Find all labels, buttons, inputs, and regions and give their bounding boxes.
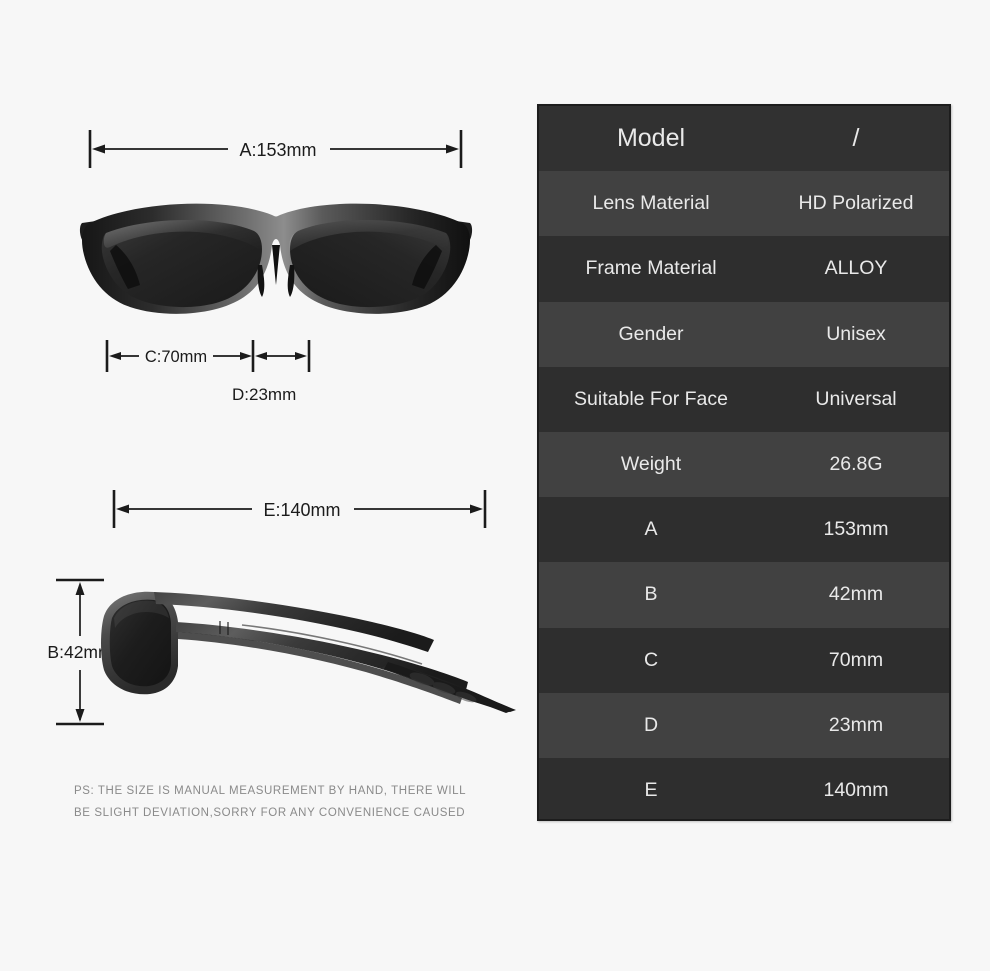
spec-row-key: Frame Material xyxy=(585,257,717,280)
product-illustration-panel: A:153mm C:70mm D:23mm E:140mm B:42mm PS:… xyxy=(0,0,520,971)
sunglasses-side-view-image xyxy=(92,578,542,713)
dimension-a-arrow: A:153mm xyxy=(88,130,463,168)
spec-row-value: Universal xyxy=(815,387,897,410)
dimension-d-label: D:23mm xyxy=(232,385,297,404)
spec-row-value: 26.8G xyxy=(829,453,883,476)
spec-row: C 70mm xyxy=(539,627,949,693)
product-specification-table: Model / Lens Material HD Polarized Frame Mat… xyxy=(537,104,951,821)
dimension-cd-callout: C:70mm xyxy=(105,338,315,378)
spec-row-value: HD Polarized xyxy=(798,192,914,215)
spec-row-key: A xyxy=(644,518,658,541)
dimension-e-callout: E:140mm xyxy=(112,488,487,534)
disclaimer-line-1: PS: THE SIZE IS MANUAL MEASUREMENT BY HA… xyxy=(74,785,467,797)
spec-row: Model / xyxy=(539,106,949,172)
spec-row: E 140mm xyxy=(539,757,949,819)
spec-row-value: 70mm xyxy=(828,648,884,671)
spec-row: B 42mm xyxy=(539,562,949,628)
sunglasses-front-view-image xyxy=(76,193,476,323)
disclaimer-line-2: BE SLIGHT DEVIATION,SORRY FOR ANY CONVEN… xyxy=(74,807,466,819)
spec-row-key: C xyxy=(643,648,659,671)
dimension-cd-arrow: C:70mm xyxy=(105,340,311,372)
spec-row: Gender Unisex xyxy=(539,301,949,367)
spec-row-key: Suitable For Face xyxy=(574,387,728,410)
spec-row-key: Model xyxy=(616,124,686,153)
spec-row: A 153mm xyxy=(539,497,949,563)
dimension-c-label: C:70mm xyxy=(145,348,207,366)
spec-row-value: 140mm xyxy=(823,778,889,801)
spec-row: Frame Material ALLOY xyxy=(539,236,949,302)
spec-row-value: / xyxy=(852,124,860,153)
spec-row-key: Weight xyxy=(620,453,682,476)
spec-row-key: D xyxy=(643,713,659,736)
dimension-e-arrow: E:140mm xyxy=(112,490,487,528)
spec-row-key: Lens Material xyxy=(592,192,710,215)
spec-row-key: Gender xyxy=(618,322,684,345)
spec-row-key: E xyxy=(644,778,658,801)
dimension-a-label: A:153mm xyxy=(239,140,316,160)
spec-row-value: 42mm xyxy=(828,583,884,606)
spec-row: D 23mm xyxy=(539,692,949,758)
spec-row-value: ALLOY xyxy=(824,257,888,280)
spec-row-key: B xyxy=(644,583,658,606)
dimension-e-label: E:140mm xyxy=(263,500,340,520)
spec-row: Lens Material HD Polarized xyxy=(539,171,949,237)
spec-row: Suitable For Face Universal xyxy=(539,366,949,432)
spec-row-value: 23mm xyxy=(828,713,884,736)
measurement-disclaimer: PS: THE SIZE IS MANUAL MEASUREMENT BY HA… xyxy=(74,780,494,824)
spec-row: Weight 26.8G xyxy=(539,431,949,498)
spec-row-value: 153mm xyxy=(823,518,889,541)
dimension-a-callout: A:153mm xyxy=(88,128,463,174)
product-spec-page: A:153mm C:70mm D:23mm E:140mm B:42mm PS:… xyxy=(0,0,990,971)
spec-row-value: Unisex xyxy=(826,322,886,345)
